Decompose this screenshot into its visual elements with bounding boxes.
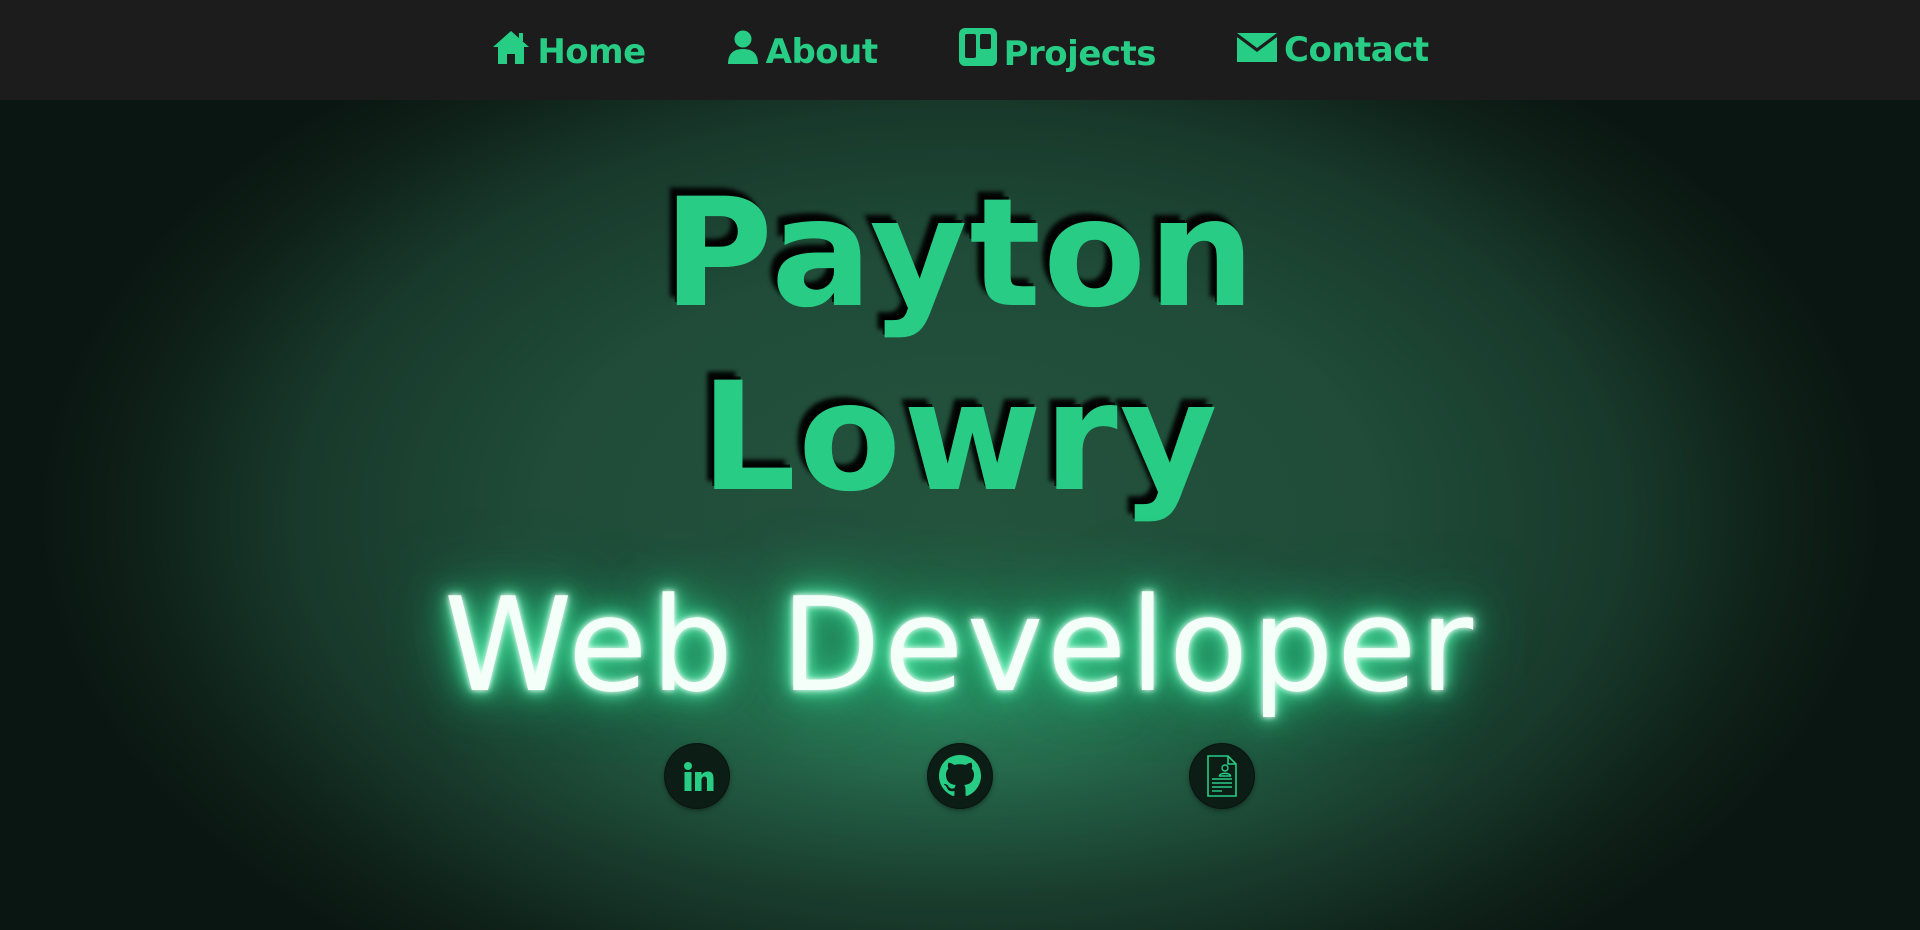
hero-last-name: Lowry <box>700 351 1220 525</box>
hero-section: Payton Lowry Web Developer <box>0 100 1920 930</box>
linkedin-link[interactable] <box>665 744 729 808</box>
nav-about-link[interactable]: About <box>726 29 878 71</box>
nav-contact-label: Contact <box>1284 30 1429 70</box>
envelope-icon <box>1236 31 1278 63</box>
hero-role: Web Developer <box>443 569 1477 721</box>
hero-name: Payton Lowry <box>0 162 1920 530</box>
nav-projects-label: Projects <box>1003 34 1157 74</box>
projects-board-icon <box>958 27 998 67</box>
github-icon <box>935 751 985 801</box>
linkedin-icon <box>678 757 716 795</box>
nav-about-label: About <box>765 32 878 72</box>
hero-first-name: Payton <box>663 167 1257 341</box>
user-icon <box>726 29 760 65</box>
github-link[interactable] <box>928 744 992 808</box>
top-navbar: Home About Projects Contact <box>0 0 1920 100</box>
nav-contact-link[interactable]: Contact <box>1236 31 1429 69</box>
resume-icon <box>1204 754 1240 798</box>
nav-home-label: Home <box>537 32 646 72</box>
home-icon <box>491 29 531 65</box>
page: Home About Projects Contact Payton Lowry… <box>0 0 1920 930</box>
nav-home-link[interactable]: Home <box>491 29 646 72</box>
resume-link[interactable] <box>1190 744 1254 808</box>
nav-projects-link[interactable]: Projects <box>958 27 1157 74</box>
